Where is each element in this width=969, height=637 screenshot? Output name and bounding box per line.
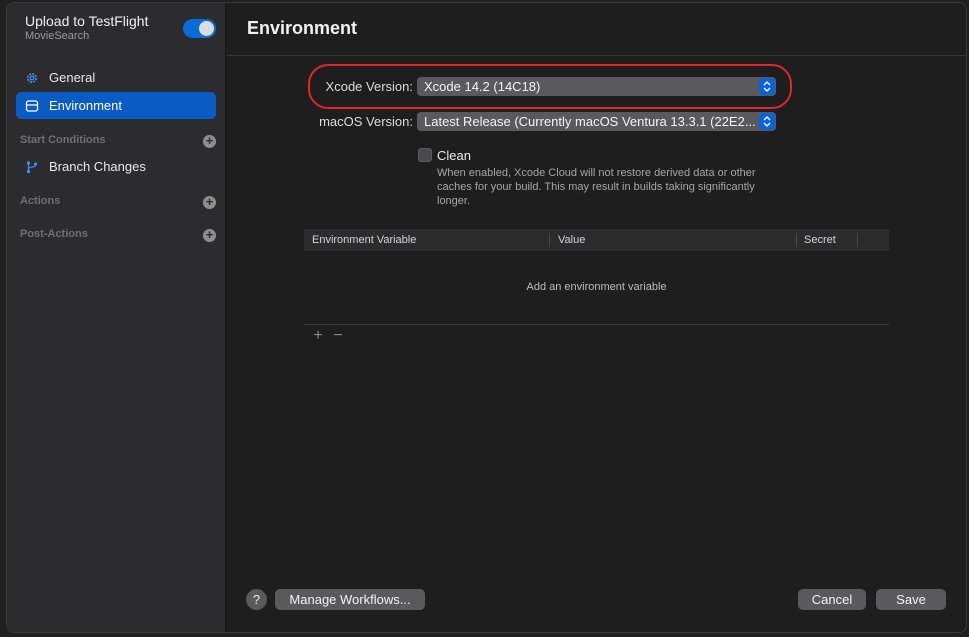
macos-version-value: Latest Release (Currently macOS Ventura … <box>424 114 756 129</box>
sidebar-item-general[interactable]: General <box>16 64 216 91</box>
column-divider <box>857 233 858 247</box>
popup-stepper-icon <box>759 78 775 95</box>
popup-stepper-icon <box>759 113 775 130</box>
env-table-empty-message: Add an environment variable <box>526 281 667 293</box>
workflow-title: Upload to TestFlight <box>25 13 149 29</box>
workflow-subtitle: MovieSearch <box>25 30 90 42</box>
section-start-conditions: Start Conditions + <box>20 134 216 150</box>
sidebar-item-label: Branch Changes <box>49 159 146 174</box>
sidebar-item-label: Environment <box>49 98 122 113</box>
clean-description: When enabled, Xcode Cloud will not resto… <box>437 167 756 207</box>
clean-label: Clean <box>437 148 471 163</box>
add-variable-button[interactable]: + <box>311 327 325 345</box>
cancel-button[interactable]: Cancel <box>798 589 866 610</box>
workflow-editor-window: Upload to TestFlight MovieSearch General… <box>6 2 967 633</box>
section-label: Actions <box>20 195 61 207</box>
section-label: Post-Actions <box>20 228 88 240</box>
xcode-version-label: Xcode Version: <box>325 79 413 94</box>
workflow-enabled-toggle[interactable] <box>183 19 216 38</box>
sidebar-item-environment[interactable]: Environment <box>16 92 216 119</box>
section-actions: Actions + <box>20 195 216 211</box>
sidebar: Upload to TestFlight MovieSearch General… <box>7 3 226 632</box>
column-header-secret[interactable]: Secret <box>796 229 836 251</box>
manage-workflows-button[interactable]: Manage Workflows... <box>275 589 425 610</box>
xcode-version-popup[interactable]: Xcode 14.2 (14C18) <box>417 77 776 96</box>
environment-icon <box>25 99 39 113</box>
help-button[interactable]: ? <box>246 589 267 610</box>
clean-checkbox[interactable] <box>418 148 432 162</box>
column-header-value[interactable]: Value <box>550 229 585 251</box>
env-table-bottom-divider <box>304 324 889 325</box>
column-header-variable[interactable]: Environment Variable <box>304 229 416 251</box>
save-button[interactable]: Save <box>876 589 946 610</box>
add-post-action-button[interactable]: + <box>203 228 216 242</box>
section-label: Start Conditions <box>20 134 106 146</box>
gear-icon <box>25 71 39 85</box>
section-post-actions: Post-Actions + <box>20 228 216 244</box>
remove-variable-button[interactable]: − <box>331 327 345 345</box>
sidebar-item-label: General <box>49 70 96 85</box>
macos-version-popup[interactable]: Latest Release (Currently macOS Ventura … <box>417 112 776 131</box>
add-action-button[interactable]: + <box>203 195 216 209</box>
branch-icon <box>25 160 39 174</box>
main-panel: Environment Xcode Version: Xcode 14.2 (1… <box>227 3 966 632</box>
xcode-version-value: Xcode 14.2 (14C18) <box>424 79 541 94</box>
sidebar-item-branch-changes[interactable]: Branch Changes <box>16 153 216 180</box>
page-title: Environment <box>247 18 358 38</box>
toggle-knob <box>199 21 214 36</box>
env-table-header: Environment Variable Value Secret <box>304 229 889 251</box>
macos-version-label: macOS Version: <box>319 114 413 129</box>
add-start-condition-button[interactable]: + <box>203 134 216 148</box>
title-divider <box>227 55 966 56</box>
